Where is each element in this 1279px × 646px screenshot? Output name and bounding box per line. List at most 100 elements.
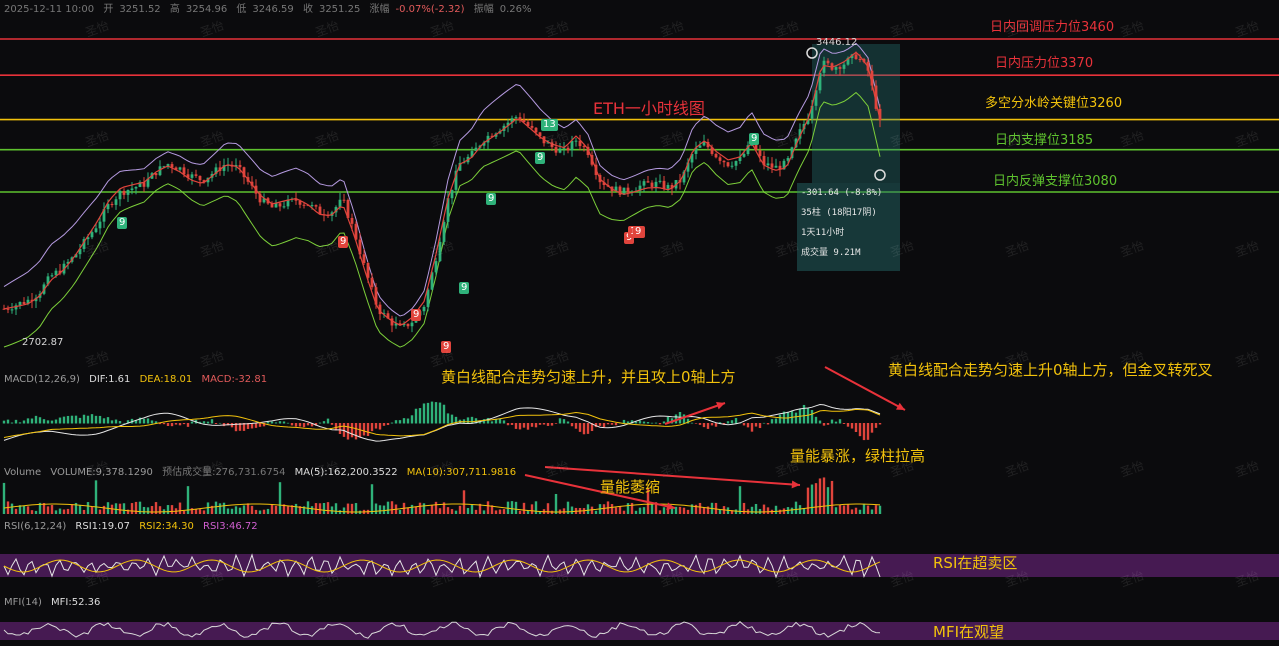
volume-bar <box>866 505 870 514</box>
volume-bar <box>306 501 310 514</box>
volume-bar <box>62 509 66 514</box>
macd-histogram-bar <box>526 423 530 430</box>
macd-histogram-bar <box>830 419 834 424</box>
volume-bar <box>370 484 374 514</box>
macd-histogram-bar <box>570 423 574 427</box>
macd-histogram-bar <box>518 423 522 430</box>
volume-bar <box>246 503 250 514</box>
volume-bar <box>570 506 574 514</box>
volume-bar <box>662 507 666 514</box>
volume-bar <box>234 506 238 514</box>
macd-histogram-bar <box>38 417 42 424</box>
macd-histogram-bar <box>770 419 774 424</box>
header-date: 2025-12-11 10:00 <box>4 4 95 15</box>
volume-bar <box>674 506 678 514</box>
macd-histogram-bar <box>466 417 470 424</box>
volume-bar <box>742 502 746 514</box>
high-value: 3254.96 <box>185 4 228 15</box>
mfi-value: MFI:52.36 <box>51 597 101 608</box>
macd-histogram-bar <box>186 423 190 427</box>
candle-body <box>94 228 98 233</box>
open-label: 开 <box>103 4 114 15</box>
macd-histogram-bar <box>170 423 174 427</box>
low-label: 低 <box>236 4 247 15</box>
volume-bar <box>10 503 14 514</box>
macd-histogram-bar <box>866 423 870 440</box>
macd-histogram-bar <box>302 423 306 428</box>
volume-ma5: MA(5):162,200.3522 <box>294 467 398 478</box>
candle-body <box>370 277 374 288</box>
macd-histogram-bar <box>70 415 74 424</box>
volume-bar <box>614 507 618 514</box>
chart-stage: 2025-12-11 10:00 开 3251.52 高 3254.96 低 3246… <box>0 0 1279 646</box>
close-value: 3251.25 <box>318 4 361 15</box>
macd-histogram-bar <box>366 423 370 436</box>
macd-histogram-bar <box>258 423 262 427</box>
macd-histogram-bar <box>306 423 310 426</box>
candle-body <box>22 301 26 305</box>
macd-histogram-bar <box>418 408 422 424</box>
volume-bar <box>382 505 386 514</box>
volume-bar <box>206 502 210 514</box>
macd-histogram-bar <box>822 423 826 426</box>
volume-bar <box>870 509 874 514</box>
macd-histogram-bar <box>490 421 494 424</box>
volume-bar <box>702 507 706 514</box>
macd-arrow-1-head <box>716 401 725 410</box>
volume-bar <box>34 510 38 514</box>
volume-bar <box>94 480 98 514</box>
td-label: 9 <box>117 217 128 229</box>
macd-histogram-bar <box>338 423 342 435</box>
candle-body <box>566 147 570 151</box>
mfi-name: MFI(14) <box>4 597 42 608</box>
volume-bar <box>218 503 222 514</box>
macd-histogram-bar <box>322 421 326 424</box>
volume-bar <box>486 501 490 514</box>
volume-bar <box>546 503 550 514</box>
candle-body <box>714 153 718 158</box>
td-label: 9 <box>338 236 349 248</box>
candle-body <box>838 67 842 69</box>
candle-body <box>126 189 130 195</box>
macd-histogram-bar <box>62 416 66 424</box>
candle-body <box>718 157 722 161</box>
macd-histogram-bar <box>406 418 410 424</box>
volume-bar <box>774 505 778 514</box>
volume-bar <box>594 510 598 514</box>
volume-bar <box>650 504 654 514</box>
macd-histogram-bar <box>754 423 758 427</box>
volume-bar <box>414 506 418 514</box>
td-label: 9 <box>633 226 644 238</box>
volume-bar <box>258 510 262 514</box>
candle-body <box>854 54 858 60</box>
macd-histogram-bar <box>714 423 718 427</box>
volume-bar <box>498 509 502 514</box>
volume-bar <box>734 509 738 514</box>
volume-bar <box>294 503 298 514</box>
low-price-label: 2702.87 <box>22 337 64 348</box>
volume-bar <box>682 507 686 514</box>
volume-bar <box>134 501 138 514</box>
macd-histogram-bar <box>838 419 842 424</box>
macd-histogram-bar <box>270 421 274 424</box>
macd-histogram-bar <box>110 420 114 424</box>
macd-histogram-bar <box>758 423 762 429</box>
volume-bar <box>494 510 498 514</box>
volume-bar <box>254 509 258 514</box>
macd-histogram-bar <box>74 415 78 424</box>
macd-histogram-bar <box>278 421 282 424</box>
macd-histogram-bar <box>410 415 414 424</box>
td-label: 9 <box>749 133 760 145</box>
macd-histogram-bar <box>874 423 878 428</box>
volume-bar <box>826 487 830 514</box>
volume-bar <box>2 482 6 514</box>
macd-histogram-bar <box>166 423 170 426</box>
macd-histogram-bar <box>66 415 70 424</box>
macd-histogram-bar <box>638 420 642 424</box>
volume-bar <box>170 505 174 514</box>
macd-histogram-bar <box>814 416 818 424</box>
macd-histogram-bar <box>118 421 122 424</box>
volume-bar <box>146 507 150 514</box>
volume-bar <box>762 504 766 514</box>
volume-bar <box>90 506 94 514</box>
